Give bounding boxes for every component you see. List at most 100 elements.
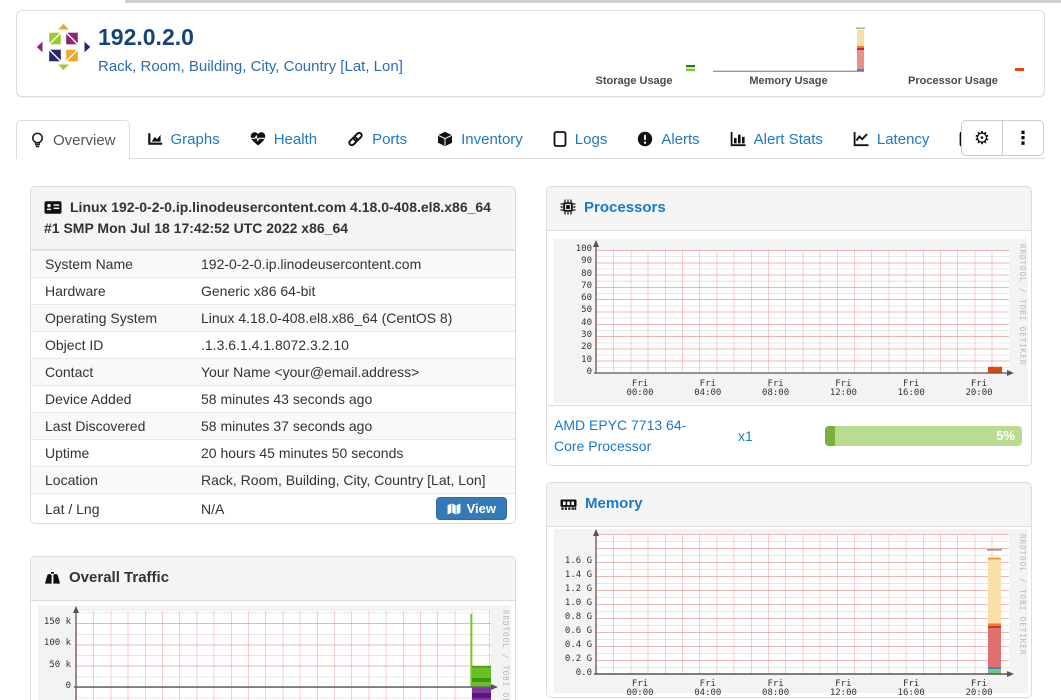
cpu-usage-fill [825, 425, 835, 446]
heart-pulse-icon [250, 132, 265, 146]
memory-y-ticks: 1.6 G 1.4 G 1.2 G 1.0 G 0.8 G 0.6 G 0.4 G 0.2 G… [554, 557, 592, 678]
row-value: 58 minutes 43 seconds ago [201, 391, 373, 407]
processor-usage-mini-graph[interactable]: Processor Usage [878, 20, 1028, 87]
rrdtool-watermark: RRDTOOL / TOBI OETIKER [1018, 534, 1027, 656]
y-tick: 30 [581, 330, 592, 341]
x-tick: Fri 08:00 [762, 379, 790, 398]
tab-label: Latency [876, 130, 930, 148]
memory-usage-label: Memory Usage [749, 75, 828, 87]
cpu-usage-percent: 5% [996, 427, 1015, 443]
y-tick: 0.0 [575, 668, 592, 678]
row-label: System Name [45, 256, 133, 272]
header-mini-graphs: Storage Usage Memory Usage Processor Usa… [569, 20, 1028, 87]
tab-latency[interactable]: Latency [840, 120, 943, 158]
x-tick: Fri 12:00 [829, 379, 857, 398]
row-value: Linux 4.18.0-408.el8.x86_64 (CentOS 8) [201, 310, 453, 326]
overall-traffic-graph[interactable]: 150 k 100 k 50 k 0 RRDTOOL / TOBI OETIKER [38, 605, 511, 700]
x-tick: Fri 16:00 [897, 379, 925, 398]
address-card-icon [44, 201, 62, 214]
cpu-name-link[interactable]: AMD EPYC 7713 64-Core Processor [554, 415, 716, 457]
x-tick: Fri 04:00 [694, 379, 722, 398]
tab-label: Alerts [661, 130, 700, 148]
cpu-count-link[interactable]: x1 [738, 428, 753, 444]
storage-usage-sparkline [686, 65, 695, 72]
y-tick: 90 [581, 256, 592, 267]
y-tick: 40 [581, 317, 592, 328]
lightbulb-icon [32, 132, 43, 148]
processor-usage-label: Processor Usage [908, 75, 998, 87]
overall-traffic-panel: Overall Traffic 150 k 100 k 50 k 0 RRDTOOL … [30, 556, 516, 700]
tab-label: Inventory [461, 130, 523, 148]
row-value: 58 minutes 37 seconds ago [201, 418, 373, 434]
view-button-label: View [466, 501, 496, 516]
tab-alert-stats[interactable]: Alert Stats [717, 120, 836, 158]
tab-logs[interactable]: Logs [540, 120, 621, 158]
memory-usage-sparkline [713, 27, 865, 72]
x-tick: Fri 20:00 [965, 379, 993, 398]
row-value: Your Name <your@email.address> [201, 364, 420, 380]
row-value: 20 hours 45 minutes 50 seconds [201, 445, 404, 461]
x-tick: Fri 12:00 [829, 679, 857, 698]
y-tick: 1.6 G [564, 556, 592, 566]
traffic-graph-canvas [73, 606, 498, 700]
tab-label: Logs [574, 130, 608, 148]
cpu-usage-progressbar: 5% [825, 425, 1022, 446]
mem-used-area [988, 628, 1001, 668]
cpu-usage-area [988, 366, 1002, 373]
rrdtool-watermark: RRDTOOL / TOBI OETIKER [1018, 244, 1027, 366]
file-icon [553, 131, 567, 147]
memory-usage-graph[interactable]: 1.6 G 1.4 G 1.2 G 1.0 G 0.8 G 0.6 G 0.4 G 0.2 G… [554, 529, 1028, 698]
inbound-area [472, 666, 491, 687]
processor-usage-graph[interactable]: 100 90 80 70 60 50 40 30 20 10 0 Fri 00:00 Fri 04:0… [554, 239, 1028, 403]
microchip-icon [560, 199, 576, 215]
storage-usage-mini-graph[interactable]: Storage Usage [569, 20, 699, 87]
y-tick: 20 [581, 342, 592, 353]
overall-traffic-title: Overall Traffic [69, 569, 170, 586]
row-label: Last Discovered [45, 418, 146, 434]
device-location-link[interactable]: Rack, Room, Building, City, Country [Lat… [98, 58, 403, 75]
memory-title[interactable]: Memory [585, 495, 643, 512]
row-label: Uptime [45, 445, 90, 461]
binoculars-icon [45, 572, 60, 584]
table-row: Location Rack, Room, Building, City, Cou… [31, 466, 515, 493]
x-tick: Fri 00:00 [626, 679, 654, 698]
y-tick: 10 [581, 354, 592, 365]
view-map-button[interactable]: View [435, 497, 507, 520]
rrdtool-watermark: RRDTOOL / TOBI OETIKER [501, 610, 510, 700]
settings-gear-button[interactable]: ⚙ [962, 121, 1002, 155]
mem-total-line [987, 549, 1002, 551]
gear-icon: ⚙ [973, 127, 991, 149]
tab-graphs[interactable]: Graphs [134, 120, 233, 158]
more-options-button[interactable]: ⋮ [1002, 121, 1043, 155]
memory-x-ticks: Fri 00:00 Fri 04:00 Fri 08:00 Fri 12:00 Fri … [616, 680, 1003, 698]
memory-panel: Memory 1.6 G 1.4 G 1.2 G 1.0 G 0.8 G 0.6 G 0.4… [546, 482, 1032, 698]
sysdescr-text: Linux 192-0-2-0.ip.linodeusercontent.com… [44, 199, 491, 236]
exclamation-circle-icon [638, 131, 653, 147]
x-tick: Fri 20:00 [965, 679, 993, 698]
tab-alerts[interactable]: Alerts [624, 120, 712, 158]
y-tick: 80 [581, 268, 592, 279]
cube-icon [438, 131, 453, 147]
table-row: Hardware Generic x86 64-bit [31, 277, 515, 304]
device-hostname[interactable]: 192.0.2.0 [98, 24, 403, 51]
x-tick: Fri 00:00 [626, 379, 654, 398]
processor-graph-canvas [593, 240, 1014, 376]
y-tick: 0.8 G [564, 612, 592, 622]
tab-inventory[interactable]: Inventory [424, 120, 536, 158]
memory-usage-mini-graph[interactable]: Memory Usage [711, 20, 866, 87]
tab-ports[interactable]: Ports [334, 120, 420, 158]
row-label: Lat / Lng [45, 500, 100, 517]
row-value: 192-0-2-0.ip.linodeusercontent.com [201, 256, 422, 272]
tab-overview[interactable]: Overview [16, 120, 130, 159]
chart-area-icon [147, 133, 162, 145]
processors-title[interactable]: Processors [584, 199, 666, 216]
row-label: Device Added [45, 391, 132, 407]
device-header-card: 192.0.2.0 Rack, Room, Building, City, Co… [16, 10, 1045, 97]
y-tick: 1.2 G [564, 584, 592, 594]
row-label: Operating System [45, 310, 158, 326]
y-tick: 100 k [43, 638, 71, 649]
memory-heading: Memory [547, 483, 1031, 527]
table-row: Last Discovered 58 minutes 37 seconds ag… [31, 412, 515, 439]
row-label: Location [45, 472, 98, 488]
tab-health[interactable]: Health [237, 120, 330, 158]
